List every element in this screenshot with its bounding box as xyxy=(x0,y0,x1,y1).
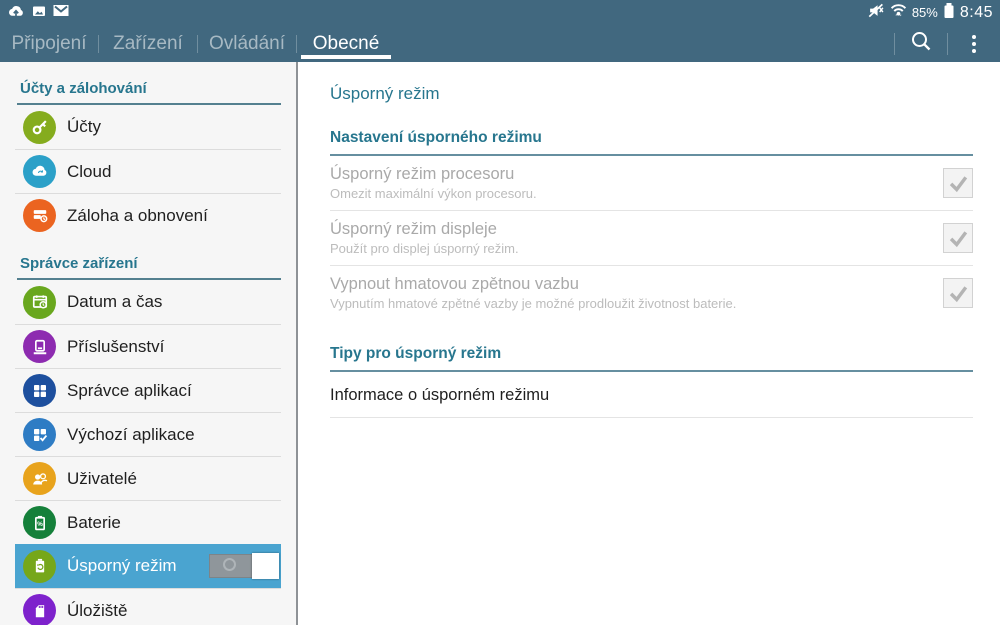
screenshot-icon xyxy=(32,4,46,22)
wifi-icon xyxy=(890,3,907,23)
sidebar-item-prislusenstvi[interactable]: Příslušenství xyxy=(15,324,281,368)
sidebar-item-datum-cas[interactable]: Datum a čas xyxy=(15,280,281,324)
cloud-upload-icon xyxy=(7,3,25,23)
cloud-icon xyxy=(23,155,56,188)
sidebar-item-label: Úsporný režim xyxy=(67,556,177,576)
status-bar: 85% 8:45 xyxy=(0,0,1000,25)
sidebar-item-cloud[interactable]: Cloud xyxy=(15,149,281,193)
sidebar-section-header: Správce zařízení xyxy=(0,237,296,273)
sidebar-item-label: Datum a čas xyxy=(67,292,162,312)
page-title: Úsporný režim xyxy=(330,84,973,104)
sidebar-item-ucty[interactable]: Účty xyxy=(15,105,281,149)
overflow-menu-icon xyxy=(972,35,976,53)
clock-text: 8:45 xyxy=(960,4,993,22)
sd-card-icon xyxy=(23,594,56,625)
overflow-menu-button[interactable] xyxy=(948,25,1000,62)
tab-zarizeni[interactable]: Zařízení xyxy=(99,25,197,62)
gmail-icon xyxy=(53,4,69,22)
tab-obecne[interactable]: Obecné xyxy=(297,25,395,62)
setting-subtitle: Vypnutím hmatové zpětné vazby je možné p… xyxy=(330,296,927,312)
section-header-nastaveni: Nastavení úsporného režimu xyxy=(330,129,973,147)
sidebar-item-label: Správce aplikací xyxy=(67,381,192,401)
setting-title: Úsporný režim procesoru xyxy=(330,164,927,184)
setting-title: Úsporný režim displeje xyxy=(330,219,927,239)
system-status-icons: 85% 8:45 xyxy=(868,2,993,24)
sidebar-item-label: Uživatelé xyxy=(67,469,137,489)
sidebar-section-header: Účty a zálohování xyxy=(0,62,296,98)
sidebar-item-uloziste[interactable]: Úložiště xyxy=(15,588,281,625)
setting-subtitle: Použít pro displej úsporný režim. xyxy=(330,241,927,257)
sidebar-item-label: Baterie xyxy=(67,513,121,533)
setting-row-display[interactable]: Úsporný režim displeje Použít pro disple… xyxy=(330,211,973,266)
toggle-off-ring xyxy=(223,558,236,571)
setting-row-haptic[interactable]: Vypnout hmatovou zpětnou vazbu Vypnutím … xyxy=(330,266,973,320)
calendar-clock-icon xyxy=(23,286,56,319)
users-icon xyxy=(23,462,56,495)
settings-tab-bar: Připojení Zařízení Ovládání Obecné xyxy=(0,25,1000,62)
sidebar-item-spravce-aplikaci[interactable]: Správce aplikací xyxy=(15,368,281,412)
notification-icons xyxy=(7,3,69,23)
checkbox-checked-disabled[interactable] xyxy=(943,223,973,253)
sidebar-item-label: Cloud xyxy=(67,162,111,182)
sidebar-item-label: Výchozí aplikace xyxy=(67,425,195,445)
toggle-knob[interactable] xyxy=(252,553,279,579)
mute-icon xyxy=(868,3,885,23)
sidebar-item-baterie[interactable]: % Baterie xyxy=(15,500,281,544)
key-icon xyxy=(23,111,56,144)
power-saving-icon xyxy=(23,550,56,583)
search-icon xyxy=(910,30,932,57)
sidebar-item-label: Účty xyxy=(67,117,101,137)
sidebar-item-vychozi-aplikace[interactable]: Výchozí aplikace xyxy=(15,412,281,456)
setting-row-info[interactable]: Informace o úsporném režimu xyxy=(330,372,973,418)
checkbox-checked-disabled[interactable] xyxy=(943,168,973,198)
sidebar-item-label: Úložiště xyxy=(67,601,127,621)
battery-percent-icon: % xyxy=(23,506,56,539)
search-button[interactable] xyxy=(895,25,947,62)
tab-ovladani[interactable]: Ovládání xyxy=(198,25,296,62)
section-header-tipy: Tipy pro úsporný režim xyxy=(330,345,973,363)
checkbox-checked-disabled[interactable] xyxy=(943,278,973,308)
setting-row-cpu[interactable]: Úsporný režim procesoru Omezit maximální… xyxy=(330,156,973,211)
sidebar-item-zaloha[interactable]: Záloha a obnovení xyxy=(15,193,281,237)
settings-sidebar: Účty a zálohování Účty Cloud xyxy=(0,62,298,625)
dock-icon xyxy=(23,330,56,363)
content-panel: Úsporný režim Nastavení úsporného režimu… xyxy=(298,62,1000,625)
battery-percent-text: 85% xyxy=(912,5,938,20)
svg-text:%: % xyxy=(37,521,43,528)
default-apps-icon xyxy=(23,418,56,451)
sidebar-item-usporny-rezim[interactable]: Úsporný režim xyxy=(15,544,281,588)
setting-subtitle: Omezit maximální výkon procesoru. xyxy=(330,186,927,202)
sidebar-item-label: Záloha a obnovení xyxy=(67,206,208,226)
tab-pripojeni[interactable]: Připojení xyxy=(0,25,98,62)
setting-title: Vypnout hmatovou zpětnou vazbu xyxy=(330,274,927,294)
battery-icon xyxy=(943,2,955,24)
setting-title: Informace o úsporném režimu xyxy=(330,385,957,405)
sidebar-item-uzivatele[interactable]: Uživatelé xyxy=(15,456,281,500)
backup-restore-icon xyxy=(23,199,56,232)
app-grid-icon xyxy=(23,374,56,407)
sidebar-item-label: Příslušenství xyxy=(67,337,164,357)
power-saving-toggle[interactable] xyxy=(209,554,279,578)
